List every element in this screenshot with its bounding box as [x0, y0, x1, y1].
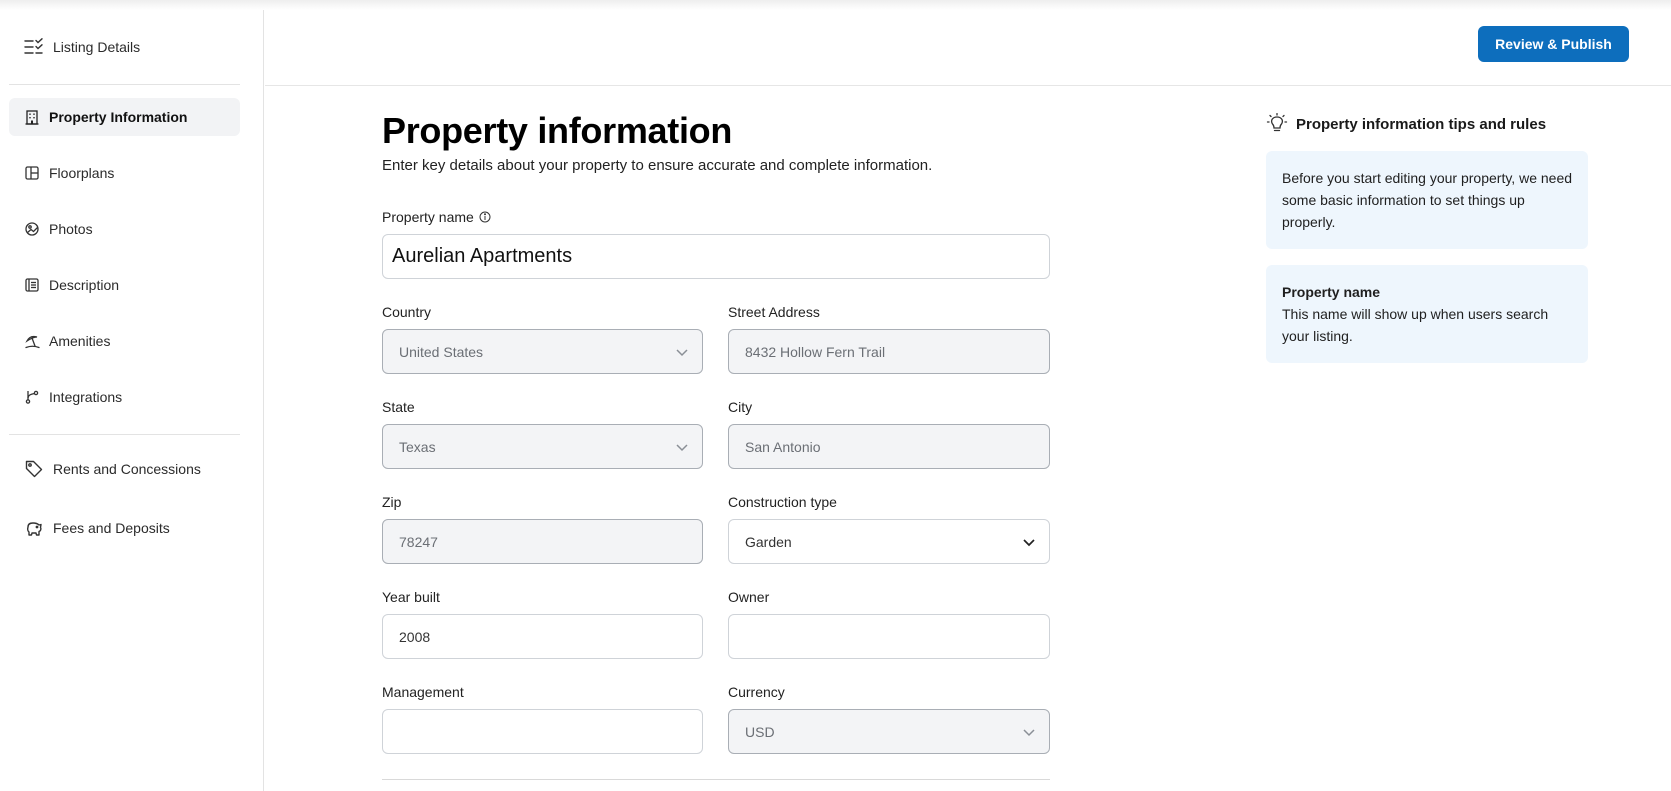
- sidebar-item-label: Fees and Deposits: [53, 520, 170, 536]
- branch-icon: [24, 389, 40, 405]
- document-icon: [24, 277, 40, 293]
- chevron-down-icon: [676, 349, 688, 357]
- checklist-icon: [24, 38, 44, 55]
- beach-umbrella-icon: [24, 333, 40, 349]
- state-select[interactable]: Texas: [382, 424, 703, 469]
- currency-value: USD: [745, 723, 775, 740]
- sidebar-item-integrations[interactable]: Integrations: [9, 378, 240, 416]
- tip-card-text: Before you start editing your property, …: [1282, 170, 1573, 230]
- page-title: Property information: [382, 110, 733, 151]
- sidebar-item-label: Property Information: [49, 109, 188, 125]
- country-value: United States: [399, 343, 484, 360]
- tag-icon: [24, 460, 44, 478]
- sidebar: Listing Details Property Information Flo…: [0, 10, 264, 791]
- top-header: Review & Publish: [265, 10, 1671, 86]
- sidebar-item-amenities[interactable]: Amenities: [9, 322, 240, 360]
- lightbulb-icon: [1266, 113, 1288, 132]
- city-input[interactable]: San Antonio: [728, 424, 1050, 469]
- sidebar-item-label: Integrations: [49, 389, 123, 405]
- floorplan-icon: [24, 165, 40, 181]
- sidebar-item-fees-deposits[interactable]: Fees and Deposits: [9, 509, 240, 547]
- piggy-bank-icon: [24, 520, 44, 536]
- page-subtitle: Enter key details about your property to…: [382, 157, 933, 174]
- owner-label: Owner: [728, 589, 770, 605]
- property-name-label: Property name: [382, 209, 491, 225]
- sidebar-item-label: Description: [49, 277, 120, 293]
- chevron-down-icon: [1023, 729, 1035, 737]
- review-publish-button[interactable]: Review & Publish: [1478, 26, 1629, 62]
- sidebar-item-label: Rents and Concessions: [53, 461, 201, 477]
- sidebar-item-listing-details[interactable]: Listing Details: [9, 28, 240, 66]
- tip-card-intro: Before you start editing your property, …: [1266, 151, 1588, 249]
- year-built-input[interactable]: 2008: [382, 614, 703, 659]
- tip-card-property-name: Property name This name will show up whe…: [1266, 265, 1588, 363]
- sidebar-item-label: Floorplans: [49, 165, 115, 181]
- info-icon[interactable]: [479, 211, 491, 223]
- chevron-down-icon: [676, 444, 688, 452]
- state-value: Texas: [399, 438, 436, 455]
- tips-title: Property information tips and rules: [1296, 115, 1547, 133]
- chevron-down-icon: [1023, 539, 1035, 547]
- zip-label: Zip: [382, 494, 402, 510]
- photo-icon: [24, 221, 40, 237]
- building-icon: [24, 109, 40, 125]
- country-label: Country: [382, 304, 432, 320]
- sidebar-item-description[interactable]: Description: [9, 266, 240, 304]
- sidebar-item-rents-concessions[interactable]: Rents and Concessions: [9, 450, 240, 488]
- country-select[interactable]: United States: [382, 329, 703, 374]
- state-label: State: [382, 399, 415, 415]
- property-name-label-text: Property name: [382, 209, 474, 225]
- tip-card-heading: Property name: [1282, 284, 1381, 300]
- sidebar-item-floorplans[interactable]: Floorplans: [9, 154, 240, 192]
- sidebar-item-label: Photos: [49, 221, 93, 237]
- street-address-input[interactable]: 8432 Hollow Fern Trail: [728, 329, 1050, 374]
- sidebar-item-property-information[interactable]: Property Information: [9, 98, 240, 136]
- sidebar-divider: [9, 434, 240, 435]
- tips-header: Property information tips and rules: [1266, 113, 1546, 135]
- section-divider: [382, 779, 1050, 780]
- management-label: Management: [382, 684, 464, 700]
- top-shadow: [0, 0, 1671, 10]
- sidebar-item-label: Listing Details: [53, 39, 141, 55]
- construction-type-value: Garden: [745, 533, 792, 550]
- tip-card-text: This name will show up when users search…: [1282, 306, 1549, 344]
- construction-type-label: Construction type: [728, 494, 837, 510]
- street-address-label: Street Address: [728, 304, 820, 320]
- construction-type-select[interactable]: Garden: [728, 519, 1050, 564]
- sidebar-item-label: Amenities: [49, 333, 111, 349]
- year-built-label: Year built: [382, 589, 440, 605]
- sidebar-item-photos[interactable]: Photos: [9, 210, 240, 248]
- currency-label: Currency: [728, 684, 785, 700]
- management-input[interactable]: [382, 709, 703, 754]
- owner-input[interactable]: [728, 614, 1050, 659]
- zip-input[interactable]: 78247: [382, 519, 703, 564]
- city-label: City: [728, 399, 753, 415]
- currency-select[interactable]: USD: [728, 709, 1050, 754]
- sidebar-divider: [9, 84, 240, 85]
- property-name-input[interactable]: Aurelian Apartments: [382, 234, 1050, 279]
